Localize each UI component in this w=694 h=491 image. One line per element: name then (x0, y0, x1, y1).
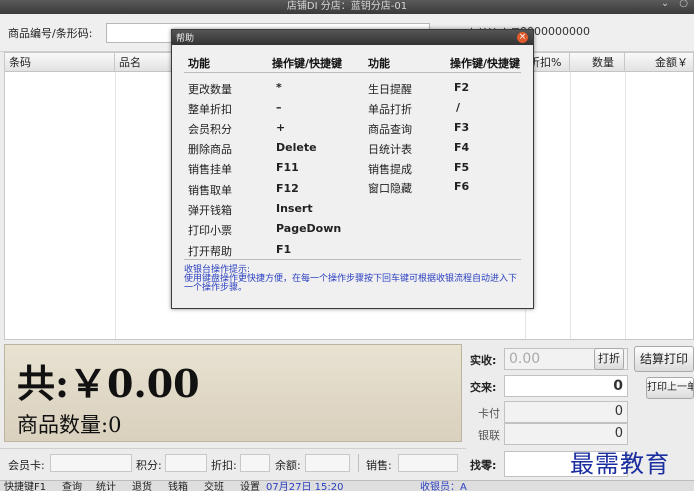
help-key: F12 (276, 182, 299, 195)
func-header: 功能 (188, 57, 210, 70)
window-titlebar: 店铺DI 分店：蓝钥分店-01 ⌄ ○ (0, 0, 694, 14)
help-key: F1 (276, 243, 292, 256)
dialog-title: 帮助 (176, 34, 195, 44)
paid-row: 交来: 0 (466, 375, 628, 397)
window-controls: ⌄ ○ (661, 0, 688, 9)
key-header-2: 操作键/快捷键 (450, 57, 521, 70)
member-card-input[interactable] (50, 454, 132, 472)
column-header[interactable]: 条码 (5, 53, 115, 72)
help-func: 商品查询 (368, 123, 412, 136)
received-label: 实收: (470, 354, 497, 367)
help-key: – (276, 101, 282, 114)
card-input[interactable]: 0 (504, 401, 628, 423)
unionpay-row: 银联 0 (466, 423, 628, 445)
help-key: PageDown (276, 222, 342, 235)
help-key: Delete (276, 141, 317, 154)
paid-label: 交来: (470, 381, 497, 394)
operation-tip: 收银台操作提示: 使用键盘操作更快捷方便，在每一个操作步骤按下回车键可根据收银流… (184, 266, 524, 293)
unionpay-label: 银联 (478, 429, 500, 442)
print-previous-button[interactable]: 打印上一单 (646, 377, 694, 399)
sales-field (398, 454, 458, 472)
column-divider (115, 72, 116, 339)
settings-item[interactable]: 设置 (240, 481, 260, 491)
shortcut-f1-item[interactable]: 快捷键F1 (4, 481, 46, 491)
minimize-icon[interactable]: ⌄ (661, 0, 669, 9)
stats-item[interactable]: 统计 (96, 481, 116, 491)
status-bar: 快捷键F1 查询 统计 退货 钱箱 交班 设置 07月27日 15:20 收银员… (0, 480, 694, 491)
help-key: F2 (454, 81, 470, 94)
unionpay-input[interactable]: 0 (504, 423, 628, 445)
help-dialog: 帮助 × 功能 操作键/快捷键 功能 操作键/快捷键 更改数量 * 整单折扣 –… (171, 29, 534, 309)
shift-item[interactable]: 交班 (204, 481, 224, 491)
discount-field (240, 454, 270, 472)
query-item[interactable]: 查询 (62, 481, 82, 491)
help-func: 日统计表 (368, 143, 412, 156)
column-header[interactable]: 金额￥ (625, 53, 694, 72)
card-row: 卡付 0 (466, 401, 628, 423)
help-func: 生日提醒 (368, 83, 412, 96)
help-func: 整单折扣 (188, 103, 232, 116)
column-divider (625, 72, 626, 339)
help-func: 销售挂单 (188, 163, 232, 176)
help-func: 打印小票 (188, 224, 232, 237)
window-title: 店铺DI 分店：蓝钥分店-01 (286, 1, 408, 12)
total-amount: 共:￥0.00 (17, 361, 200, 406)
item-count: 商品数量:0 (17, 413, 122, 437)
cashier: 收银员：A (420, 482, 467, 491)
discount-button[interactable]: 打折 (594, 348, 624, 370)
help-key: / (456, 101, 461, 114)
balance-label: 余额: (275, 459, 301, 472)
barcode-label: 商品编号/条形码: (8, 27, 93, 40)
help-func: 弹开钱箱 (188, 204, 232, 217)
paid-input[interactable]: 0 (504, 375, 628, 397)
help-key: F6 (454, 180, 470, 193)
total-panel: 共:￥0.00 商品数量:0 (4, 344, 462, 442)
watermark-text: 最需教育 (570, 450, 670, 478)
help-func: 会员积分 (188, 123, 232, 136)
func-header-2: 功能 (368, 57, 390, 70)
datetime: 07月27日 15:20 (266, 482, 344, 491)
column-header[interactable]: 数量 (570, 53, 625, 72)
discount-label: 折扣: (211, 459, 237, 472)
help-func: 销售提成 (368, 163, 412, 176)
dialog-titlebar: 帮助 × (172, 30, 533, 45)
dialog-close-icon[interactable]: × (517, 32, 528, 43)
help-func: 更改数量 (188, 83, 232, 96)
help-key: F5 (454, 161, 470, 174)
close-window-icon[interactable]: ○ (679, 0, 688, 9)
tip-body: 使用键盘操作更快捷方便，在每一个操作步骤按下回车键可根据收银流程自动进入下一个操… (184, 274, 518, 293)
divider (358, 454, 359, 472)
help-func: 单品打折 (368, 103, 412, 116)
help-key: F11 (276, 161, 299, 174)
help-key: Insert (276, 202, 313, 215)
balance-field (305, 454, 350, 472)
help-func: 销售取单 (188, 184, 232, 197)
dialog-divider (184, 72, 521, 73)
help-key: + (276, 121, 286, 134)
help-func: 窗口隐藏 (368, 182, 412, 195)
settle-print-button[interactable]: 结算打印 (634, 346, 694, 372)
help-key: F3 (454, 121, 470, 134)
sales-label: 销售: (366, 459, 392, 472)
member-info-bar: 会员卡: 积分: 折扣: 余额: 销售: (0, 448, 466, 476)
help-key: F4 (454, 141, 470, 154)
member-card-label: 会员卡: (8, 459, 45, 472)
help-func: 打开帮助 (188, 245, 232, 258)
change-label: 找零: (470, 459, 497, 472)
points-label: 积分: (136, 459, 162, 472)
key-header: 操作键/快捷键 (272, 57, 343, 70)
points-field (165, 454, 207, 472)
dialog-divider (184, 259, 521, 260)
help-key: * (276, 81, 282, 94)
card-label: 卡付 (478, 407, 500, 420)
cashbox-item[interactable]: 钱箱 (168, 481, 188, 491)
help-func: 删除商品 (188, 143, 232, 156)
column-divider (570, 72, 571, 339)
return-item[interactable]: 退货 (132, 481, 152, 491)
